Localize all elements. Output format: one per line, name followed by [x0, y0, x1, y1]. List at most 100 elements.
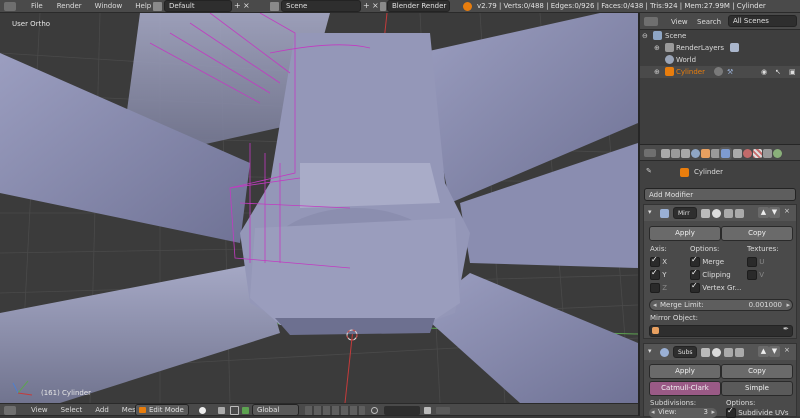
- remove-modifier-icon[interactable]: ×: [784, 346, 790, 354]
- decrement-arrow-icon[interactable]: ◂: [653, 300, 657, 310]
- visibility-eye-icon[interactable]: ◉: [761, 66, 767, 78]
- move-down-icon[interactable]: ▼: [769, 207, 780, 218]
- collapse-arrow-icon[interactable]: ▾: [648, 208, 652, 216]
- view-levels-field[interactable]: ◂ View: 3 ▸: [649, 408, 717, 418]
- increment-arrow-icon[interactable]: ▸: [786, 300, 790, 310]
- scene-add-icon[interactable]: +: [363, 0, 370, 12]
- menu-window[interactable]: Window: [95, 2, 123, 11]
- viewport-toggle-icon[interactable]: [712, 348, 721, 357]
- move-up-icon[interactable]: ▲: [758, 346, 769, 357]
- tab-simple[interactable]: Simple: [721, 381, 793, 396]
- checkbox[interactable]: [650, 255, 660, 267]
- physics-tab-icon[interactable]: [773, 149, 782, 158]
- eyedropper-icon[interactable]: ✒: [783, 325, 789, 333]
- texture-tab-icon[interactable]: [753, 149, 762, 158]
- subsurf-copy-button[interactable]: Copy: [721, 364, 793, 379]
- move-up-icon[interactable]: ▲: [758, 207, 769, 218]
- render-tab-icon[interactable]: [661, 149, 670, 158]
- outliner-search-menu[interactable]: Search: [697, 18, 721, 26]
- object-tab-icon[interactable]: [701, 149, 710, 158]
- tree-item-world[interactable]: World: [640, 54, 800, 66]
- tree-item-cylinder[interactable]: ⊕ Cylinder ⚒ ◉ ↖ ▣: [640, 66, 800, 78]
- mirror-name-field[interactable]: Mirr: [673, 207, 697, 219]
- modifiers-tab-icon[interactable]: [721, 149, 730, 158]
- layers-icon[interactable]: [305, 406, 365, 415]
- menu-add[interactable]: Add: [95, 406, 109, 415]
- tree-item-renderlayers[interactable]: ⊕ RenderLayers: [640, 42, 800, 54]
- checkbox[interactable]: [747, 257, 757, 267]
- checkbox[interactable]: [690, 268, 700, 280]
- menu-render[interactable]: Render: [57, 2, 82, 11]
- editmode-toggle-icon[interactable]: [724, 209, 733, 218]
- mirror-object-field[interactable]: [649, 325, 793, 337]
- material-icon[interactable]: [714, 67, 723, 76]
- scene-field[interactable]: Scene: [281, 0, 361, 12]
- subsurf-apply-button[interactable]: Apply: [649, 364, 721, 379]
- proportional-edit-icon[interactable]: [371, 407, 378, 414]
- transform-orientation[interactable]: Global: [252, 404, 299, 416]
- expand-icon[interactable]: ⊖: [642, 30, 648, 42]
- viewport-toggle-icon[interactable]: [712, 209, 721, 218]
- scene-icon[interactable]: [270, 2, 279, 11]
- move-down-icon[interactable]: ▼: [769, 346, 780, 357]
- subdivide-uvs-option[interactable]: Subdivide UVs: [726, 406, 789, 418]
- particles-tab-icon[interactable]: [763, 149, 772, 158]
- pin-icon[interactable]: ✎: [646, 167, 652, 175]
- layout-icon[interactable]: [153, 2, 162, 11]
- viewport-3d[interactable]: User Ortho (161) Cylinder: [0, 13, 638, 403]
- scene-tab-icon[interactable]: [681, 149, 690, 158]
- expand-icon[interactable]: ⊕: [654, 66, 660, 78]
- axis-x[interactable]: X: [650, 255, 667, 267]
- mirror-apply-button[interactable]: Apply: [649, 226, 721, 241]
- layout-add-icon[interactable]: +: [234, 0, 243, 12]
- layers-tab-icon[interactable]: [671, 149, 680, 158]
- collapse-arrow-icon[interactable]: ▾: [648, 347, 652, 355]
- axis-y[interactable]: Y: [650, 268, 667, 280]
- outliner-editor-icon[interactable]: [644, 17, 658, 26]
- render-toggle-icon[interactable]: [701, 348, 710, 357]
- editor-type-icon[interactable]: [4, 2, 16, 11]
- checkbox[interactable]: [650, 268, 660, 280]
- manipulator-icon[interactable]: [230, 406, 239, 415]
- cage-toggle-icon[interactable]: [735, 348, 744, 357]
- mirror-copy-button[interactable]: Copy: [721, 226, 793, 241]
- tree-item-scene[interactable]: ⊖ Scene: [640, 30, 800, 42]
- texture-v[interactable]: V: [747, 270, 764, 280]
- render-camera-icon[interactable]: ▣: [789, 66, 796, 78]
- layout-close-icon[interactable]: ×: [243, 0, 252, 12]
- checkbox[interactable]: [726, 406, 736, 418]
- data-tab-icon[interactable]: [733, 149, 742, 158]
- menu-help[interactable]: Help: [135, 2, 151, 11]
- merge-limit-slider[interactable]: ◂ Merge Limit: 0.001000 ▸: [649, 299, 793, 311]
- texture-u[interactable]: U: [747, 257, 764, 267]
- constraints-tab-icon[interactable]: [711, 149, 720, 158]
- viewport-editor-icon[interactable]: [4, 406, 16, 415]
- scene-close-icon[interactable]: ×: [372, 0, 379, 12]
- tab-catmull-clark[interactable]: Catmull-Clark: [649, 381, 721, 396]
- option-clipping[interactable]: Clipping: [690, 268, 731, 280]
- option-merge[interactable]: Merge: [690, 255, 724, 267]
- axis-z[interactable]: Z: [650, 283, 667, 293]
- pivot-icon[interactable]: [218, 407, 225, 414]
- menu-select[interactable]: Select: [61, 406, 83, 415]
- render-engine-field[interactable]: Blender Render: [387, 0, 450, 12]
- menu-view[interactable]: View: [31, 406, 48, 415]
- camera-icon[interactable]: [730, 43, 739, 52]
- screen-layout-field[interactable]: Default: [164, 0, 232, 12]
- cage-toggle-icon[interactable]: [735, 209, 744, 218]
- option-vertex-groups[interactable]: Vertex Gr...: [690, 281, 741, 293]
- outliner-view-menu[interactable]: View: [671, 18, 688, 26]
- menu-file[interactable]: File: [31, 2, 43, 11]
- outliner-filter-select[interactable]: All Scenes: [728, 15, 797, 27]
- world-tab-icon[interactable]: [691, 149, 700, 158]
- select-mode-icon[interactable]: [384, 406, 420, 415]
- checkbox[interactable]: [747, 270, 757, 280]
- checkbox[interactable]: [690, 255, 700, 267]
- snap-target-icon[interactable]: [436, 407, 450, 414]
- render-engine-icon[interactable]: [380, 2, 386, 11]
- translate-icon[interactable]: [242, 407, 249, 414]
- material-tab-icon[interactable]: [743, 149, 752, 158]
- subsurf-name-field[interactable]: Subs: [673, 346, 697, 358]
- remove-modifier-icon[interactable]: ×: [784, 207, 790, 215]
- select-arrow-icon[interactable]: ↖: [775, 66, 781, 78]
